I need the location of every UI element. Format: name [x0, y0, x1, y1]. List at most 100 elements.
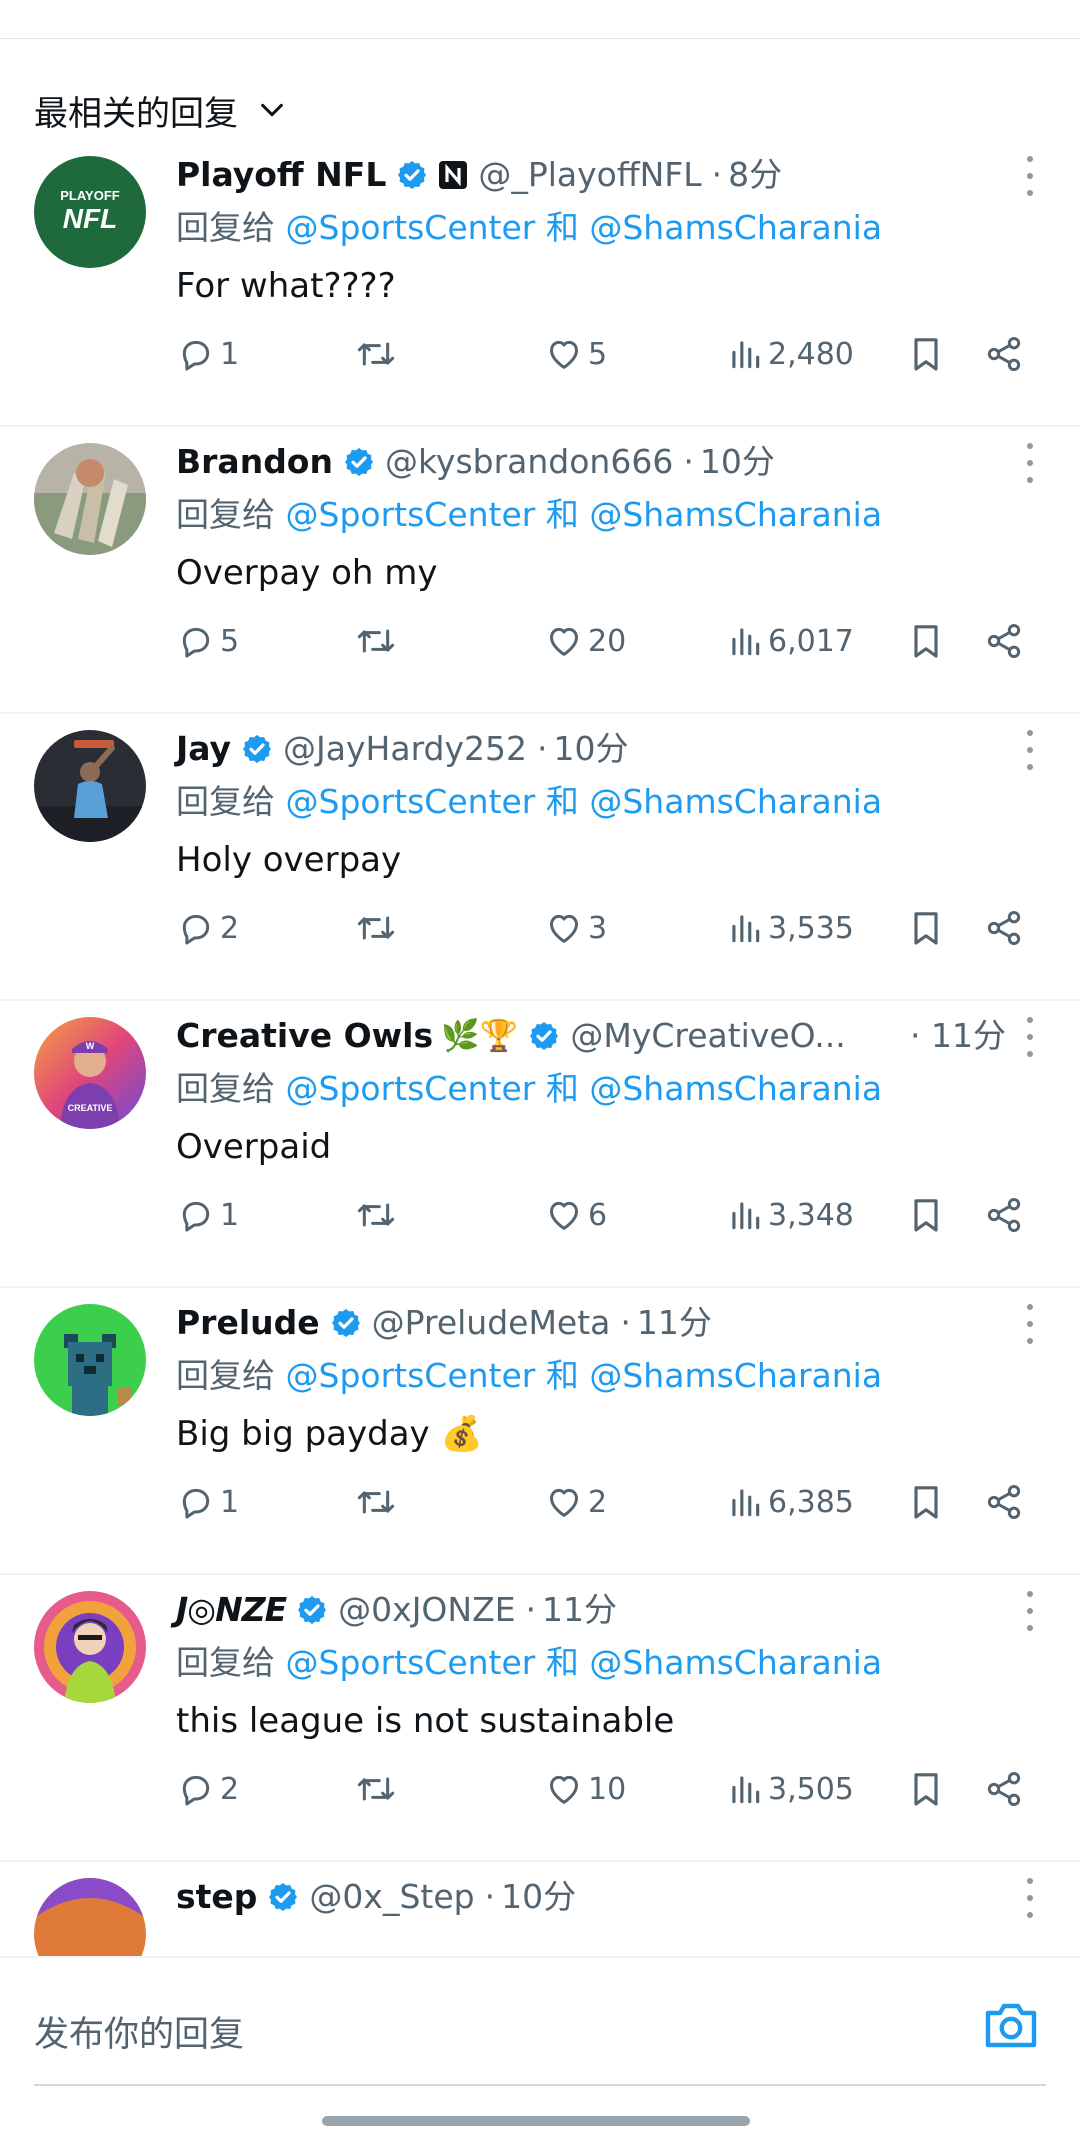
avatar-label-shirt: CREATIVE	[68, 1103, 113, 1113]
retweet-button[interactable]	[354, 1187, 402, 1243]
mention-link[interactable]: @SportsCenter	[286, 208, 536, 247]
display-name[interactable]: Jay	[176, 724, 231, 774]
more-icon[interactable]	[1020, 1878, 1040, 1918]
user-handle[interactable]: @0xJONZE	[338, 1585, 515, 1635]
like-button[interactable]: 6	[544, 1187, 607, 1243]
display-name[interactable]: J◎NZE	[176, 1585, 287, 1635]
reply-item[interactable]: W CREATIVE Creative Owls 🌿🏆 @MyCreativeO…	[0, 1001, 1080, 1288]
bookmark-icon	[906, 334, 946, 374]
like-button[interactable]: 10	[544, 1761, 626, 1817]
mention-link[interactable]: @ShamsCharania	[589, 1069, 882, 1108]
action-bar: 1 6 3,348	[176, 1187, 1036, 1243]
reply-item[interactable]: J◎NZE @0xJONZE · 11分 回复给 @SportsCenter 和…	[0, 1575, 1080, 1862]
views-button[interactable]: 2,480	[726, 326, 854, 382]
user-handle[interactable]: @_PlayoffNFL	[478, 150, 701, 200]
retweet-button[interactable]	[354, 326, 402, 382]
bookmark-button[interactable]	[906, 326, 946, 382]
replying-prefix: 回复给	[176, 782, 275, 821]
replying-to: 回复给 @SportsCenter 和 @ShamsCharania	[176, 1639, 882, 1687]
camera-icon[interactable]	[982, 1998, 1040, 2054]
like-count: 20	[588, 623, 627, 659]
share-button[interactable]	[984, 1187, 1024, 1243]
display-name[interactable]: Playoff NFL	[176, 150, 386, 200]
reply-button[interactable]: 1	[176, 326, 239, 382]
timestamp[interactable]: 11分	[542, 1585, 617, 1635]
display-name[interactable]: Creative Owls	[176, 1011, 433, 1061]
avatar[interactable]	[34, 1591, 146, 1703]
share-button[interactable]	[984, 1474, 1024, 1530]
reply-button[interactable]: 2	[176, 900, 239, 956]
retweet-button[interactable]	[354, 1474, 402, 1530]
retweet-button[interactable]	[354, 1761, 402, 1817]
like-count: 5	[588, 336, 608, 372]
timestamp[interactable]: 11分	[637, 1298, 712, 1348]
more-icon[interactable]	[1020, 730, 1040, 770]
timestamp[interactable]: 10分	[554, 724, 629, 774]
user-handle[interactable]: @MyCreativeO...	[570, 1011, 845, 1061]
user-handle[interactable]: @kysbrandon666	[385, 437, 673, 487]
display-name[interactable]: Prelude	[176, 1298, 320, 1348]
retweet-button[interactable]	[354, 613, 402, 669]
reply-item[interactable]: Jay @JayHardy252 · 10分 回复给 @SportsCenter…	[0, 714, 1080, 1001]
reply-button[interactable]: 1	[176, 1187, 239, 1243]
display-name[interactable]: step	[176, 1872, 257, 1922]
mention-link[interactable]: @SportsCenter	[286, 1356, 536, 1395]
mention-link[interactable]: @ShamsCharania	[589, 1356, 882, 1395]
views-button[interactable]: 3,505	[726, 1761, 854, 1817]
share-button[interactable]	[984, 900, 1024, 956]
retweet-icon	[354, 1769, 398, 1809]
avatar[interactable]: W CREATIVE	[34, 1017, 146, 1129]
mention-link[interactable]: @ShamsCharania	[589, 495, 882, 534]
views-button[interactable]: 3,348	[726, 1187, 854, 1243]
user-handle[interactable]: @JayHardy252	[283, 724, 527, 774]
like-button[interactable]: 20	[544, 613, 626, 669]
bookmark-button[interactable]	[906, 1761, 946, 1817]
reply-input[interactable]: 发布你的回复	[34, 2006, 244, 2057]
views-button[interactable]: 3,535	[726, 900, 854, 956]
timestamp[interactable]: 10分	[700, 437, 775, 487]
sort-dropdown[interactable]: 最相关的回复	[34, 78, 286, 142]
more-icon[interactable]	[1020, 1304, 1040, 1344]
timestamp[interactable]: · 11分	[910, 1011, 1006, 1061]
reply-button[interactable]: 5	[176, 613, 239, 669]
share-button[interactable]	[984, 326, 1024, 382]
bookmark-button[interactable]	[906, 1187, 946, 1243]
user-handle[interactable]: @0x_Step	[309, 1872, 474, 1922]
views-button[interactable]: 6,017	[726, 613, 854, 669]
user-handle[interactable]: @PreludeMeta	[372, 1298, 611, 1348]
more-icon[interactable]	[1020, 1591, 1040, 1631]
retweet-button[interactable]	[354, 900, 402, 956]
home-indicator[interactable]	[322, 2116, 750, 2126]
mention-link[interactable]: @SportsCenter	[286, 782, 536, 821]
reply-item[interactable]: Brandon @kysbrandon666 · 10分 回复给 @Sports…	[0, 427, 1080, 714]
timestamp[interactable]: 8分	[728, 150, 782, 200]
avatar[interactable]: PLAYOFF NFL	[34, 156, 146, 268]
share-button[interactable]	[984, 1761, 1024, 1817]
mention-link[interactable]: @ShamsCharania	[589, 782, 882, 821]
mention-link[interactable]: @SportsCenter	[286, 1643, 536, 1682]
reply-button[interactable]: 1	[176, 1474, 239, 1530]
more-icon[interactable]	[1020, 156, 1040, 196]
like-button[interactable]: 3	[544, 900, 607, 956]
bookmark-button[interactable]	[906, 1474, 946, 1530]
mention-link[interactable]: @SportsCenter	[286, 495, 536, 534]
mention-link[interactable]: @ShamsCharania	[589, 1643, 882, 1682]
reply-button[interactable]: 2	[176, 1761, 239, 1817]
views-button[interactable]: 6,385	[726, 1474, 854, 1530]
bookmark-button[interactable]	[906, 900, 946, 956]
bookmark-button[interactable]	[906, 613, 946, 669]
display-name[interactable]: Brandon	[176, 437, 333, 487]
share-button[interactable]	[984, 613, 1024, 669]
mention-link[interactable]: @ShamsCharania	[589, 208, 882, 247]
more-icon[interactable]	[1020, 443, 1040, 483]
like-button[interactable]: 5	[544, 326, 607, 382]
avatar[interactable]	[34, 1304, 146, 1416]
avatar[interactable]	[34, 443, 146, 555]
more-icon[interactable]	[1020, 1017, 1040, 1057]
like-button[interactable]: 2	[544, 1474, 607, 1530]
reply-item[interactable]: PLAYOFF NFL Playoff NFL @_PlayoffNFL · 8…	[0, 140, 1080, 427]
avatar[interactable]	[34, 730, 146, 842]
mention-link[interactable]: @SportsCenter	[286, 1069, 536, 1108]
timestamp[interactable]: 10分	[501, 1872, 576, 1922]
reply-item[interactable]: Prelude @PreludeMeta · 11分 回复给 @SportsCe…	[0, 1288, 1080, 1575]
